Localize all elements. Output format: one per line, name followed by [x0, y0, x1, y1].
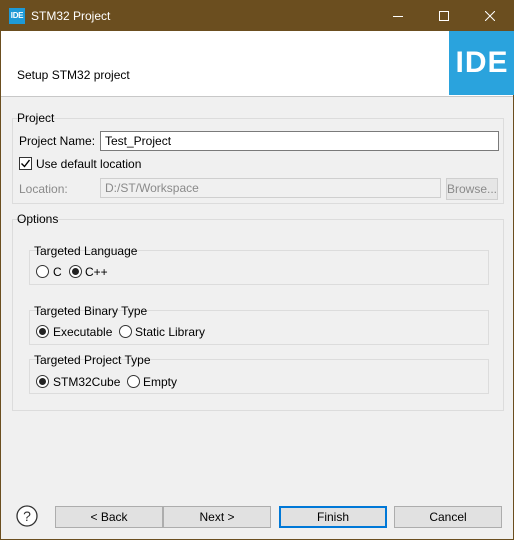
- language-cpp-radio[interactable]: [69, 265, 82, 278]
- cancel-button[interactable]: Cancel: [394, 506, 502, 528]
- wizard-page-title: Setup STM32 project: [17, 68, 130, 82]
- back-button[interactable]: < Back: [55, 506, 163, 528]
- finish-button[interactable]: Finish: [279, 506, 387, 528]
- binary-static-library-radio[interactable]: [119, 325, 132, 338]
- next-button[interactable]: Next >: [163, 506, 271, 528]
- close-icon: [485, 11, 495, 21]
- use-default-location-label[interactable]: Use default location: [36, 157, 141, 171]
- window-title: STM32 Project: [31, 9, 111, 23]
- wizard-header: Setup STM32 project IDE: [1, 31, 514, 97]
- language-c-radio[interactable]: [36, 265, 49, 278]
- minimize-icon: [393, 16, 403, 17]
- targeted-project-type-label: Targeted Project Type: [34, 353, 151, 367]
- project-type-stm32cube-radio[interactable]: [36, 375, 49, 388]
- language-c-label[interactable]: C: [53, 265, 62, 279]
- checkmark-icon: [21, 159, 30, 168]
- minimize-button[interactable]: [375, 1, 421, 31]
- project-group-label: Project: [17, 111, 55, 125]
- language-cpp-label[interactable]: C++: [85, 265, 108, 279]
- targeted-language-label: Targeted Language: [34, 244, 138, 258]
- project-type-empty-radio[interactable]: [127, 375, 140, 388]
- ide-app-icon: IDE: [9, 8, 25, 24]
- use-default-location-checkbox[interactable]: [19, 157, 32, 170]
- ide-logo: IDE: [449, 31, 514, 95]
- help-icon[interactable]: ?: [16, 505, 38, 527]
- maximize-button[interactable]: [421, 1, 467, 31]
- binary-executable-radio[interactable]: [36, 325, 49, 338]
- targeted-binary-type-label: Targeted Binary Type: [34, 304, 148, 318]
- project-type-empty-label[interactable]: Empty: [143, 375, 177, 389]
- location-input[interactable]: D:/ST/Workspace: [100, 178, 441, 198]
- svg-text:?: ?: [23, 508, 31, 524]
- close-button[interactable]: [467, 1, 513, 31]
- options-group-label: Options: [17, 212, 59, 226]
- binary-static-library-label[interactable]: Static Library: [135, 325, 205, 339]
- binary-executable-label[interactable]: Executable: [53, 325, 112, 339]
- project-type-stm32cube-label[interactable]: STM32Cube: [53, 375, 120, 389]
- title-bar[interactable]: IDE STM32 Project: [1, 1, 513, 31]
- project-name-label: Project Name:: [19, 134, 96, 148]
- project-name-input[interactable]: Test_Project: [100, 131, 499, 151]
- maximize-icon: [439, 11, 449, 21]
- location-label: Location:: [19, 182, 68, 196]
- stm32-project-dialog: IDE STM32 Project Setup STM32 project ID…: [0, 0, 514, 540]
- browse-button[interactable]: Browse...: [446, 178, 498, 200]
